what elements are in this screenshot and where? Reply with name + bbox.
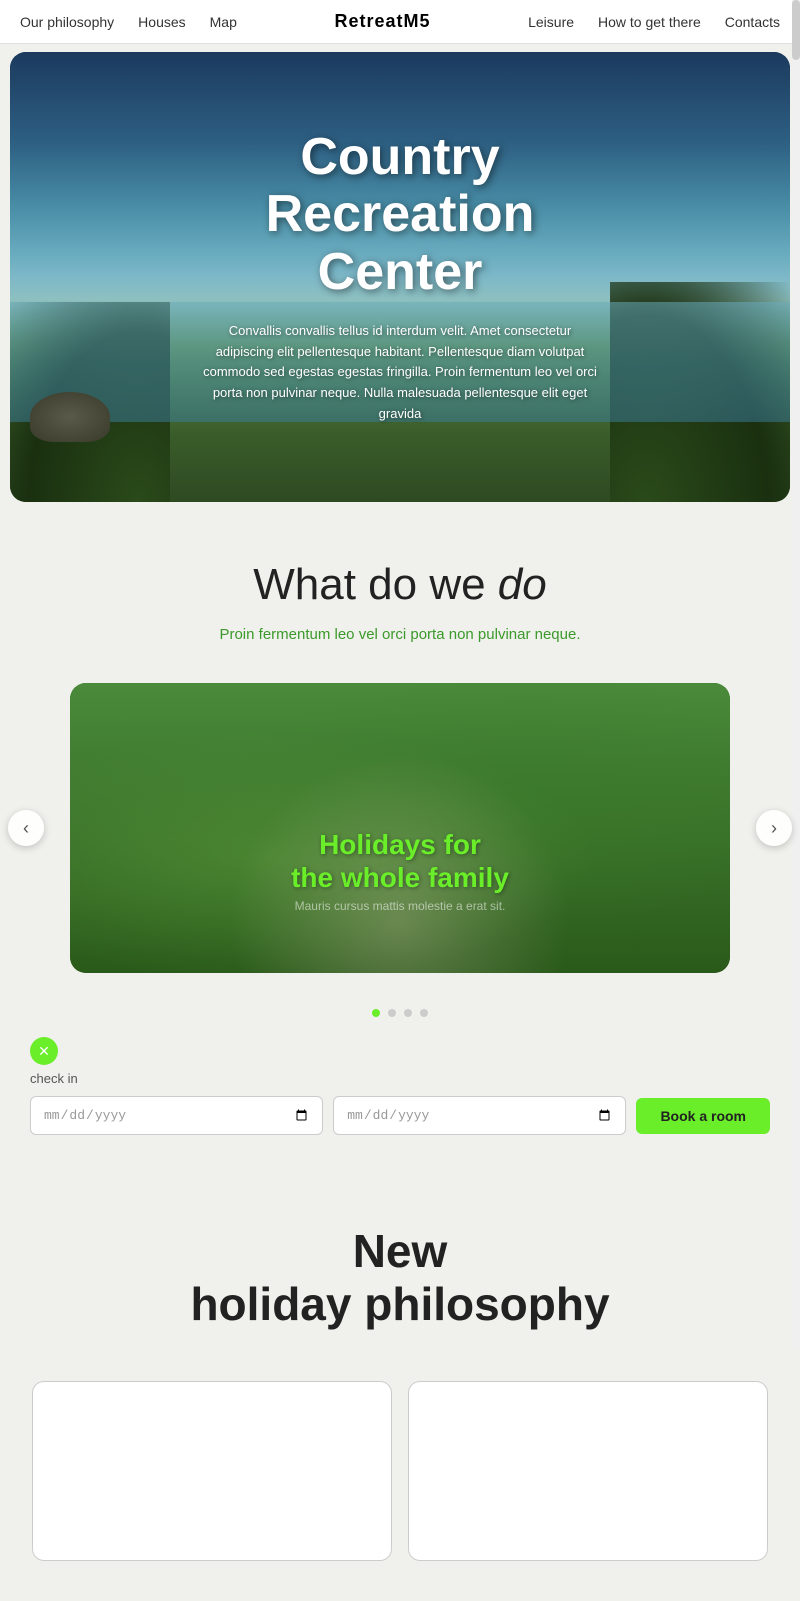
new-heading: New holiday philosophy — [20, 1225, 780, 1331]
navbar: Our philosophy Houses Map RetreatM5 Leis… — [0, 0, 800, 44]
booking-checkin-label: check in — [30, 1071, 770, 1086]
carousel-subtitle: Mauris cursus mattis molestie a erat sit… — [291, 899, 509, 913]
booking-icon: ✕ — [30, 1037, 58, 1065]
dot-4[interactable] — [420, 1009, 428, 1017]
hero-subtitle: Convallis convallis tellus id interdum v… — [200, 321, 600, 425]
hero-content: Country Recreation Center Convallis conv… — [180, 109, 620, 445]
nav-brand[interactable]: RetreatM5 — [334, 11, 430, 32]
hero-section: Country Recreation Center Convallis conv… — [10, 52, 790, 502]
nav-leisure[interactable]: Leisure — [528, 14, 574, 30]
nav-how-to-get-there[interactable]: How to get there — [598, 14, 701, 30]
carousel-next-button[interactable]: › — [756, 810, 792, 846]
what-heading: What do we do — [20, 560, 780, 610]
card-1 — [32, 1381, 392, 1561]
carousel-text: Holidays for the whole family Mauris cur… — [291, 828, 509, 913]
nav-map[interactable]: Map — [210, 14, 237, 30]
checkout-date-input[interactable] — [333, 1096, 626, 1135]
scrollbar-track — [792, 0, 800, 1350]
carousel-dots — [0, 1009, 800, 1017]
booking-row: Book a room — [30, 1096, 770, 1135]
nav-houses[interactable]: Houses — [138, 14, 185, 30]
carousel: ‹ Holidays for the whole family Mauris c… — [0, 673, 800, 993]
new-section: New holiday philosophy — [0, 1165, 800, 1361]
card-2 — [408, 1381, 768, 1561]
hero-title: Country Recreation Center — [200, 129, 600, 301]
dot-1[interactable] — [372, 1009, 380, 1017]
dot-3[interactable] — [404, 1009, 412, 1017]
book-room-button[interactable]: Book a room — [636, 1098, 770, 1134]
what-section: What do we do Proin fermentum leo vel or… — [0, 510, 800, 673]
scrollbar-thumb[interactable] — [792, 0, 800, 60]
nav-left: Our philosophy Houses Map — [20, 14, 237, 30]
nav-right: Leisure How to get there Contacts — [528, 14, 780, 30]
carousel-title: Holidays for the whole family — [291, 828, 509, 895]
carousel-prev-button[interactable]: ‹ — [8, 810, 44, 846]
nav-contacts[interactable]: Contacts — [725, 14, 780, 30]
nav-our-philosophy[interactable]: Our philosophy — [20, 14, 114, 30]
what-subtext: Proin fermentum leo vel orci porta non p… — [20, 626, 780, 643]
carousel-slide: Holidays for the whole family Mauris cur… — [70, 683, 730, 973]
checkin-date-input[interactable] — [30, 1096, 323, 1135]
cards-row — [0, 1361, 800, 1601]
dot-2[interactable] — [388, 1009, 396, 1017]
booking-section: ✕ check in Book a room — [0, 1017, 800, 1165]
